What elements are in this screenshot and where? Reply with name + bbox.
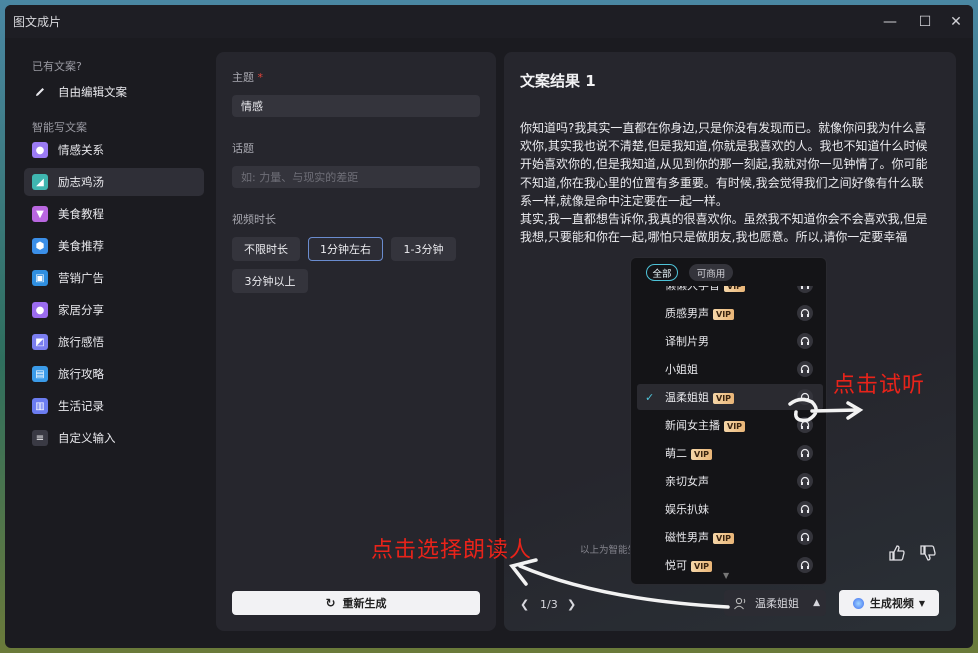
annotation-arrows bbox=[508, 397, 864, 609]
